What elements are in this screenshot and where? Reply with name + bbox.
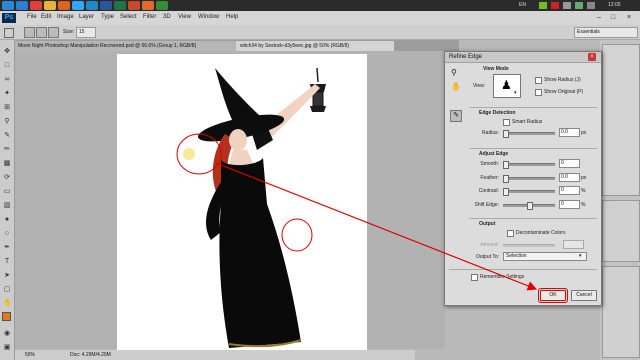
annotation-overlay <box>215 162 538 291</box>
annotation-arrow <box>215 162 538 291</box>
